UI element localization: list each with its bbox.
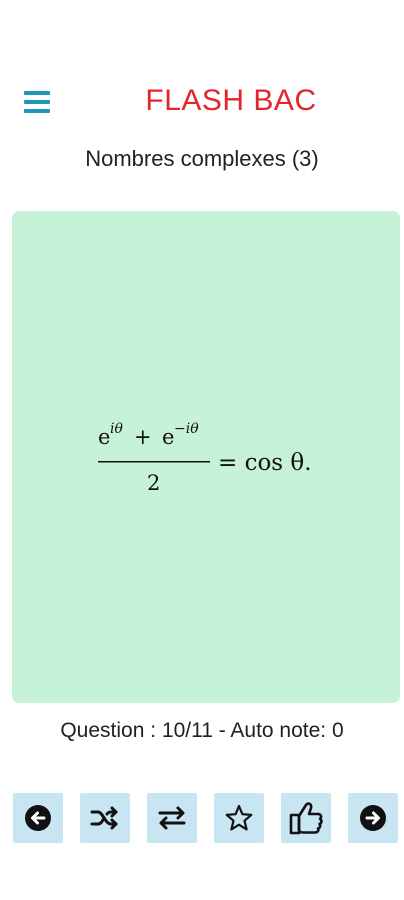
star-outline-icon (225, 804, 253, 831)
formula-den: 2 (147, 471, 160, 495)
fraction-bar (98, 461, 210, 463)
formula-num-e1: e (98, 425, 110, 449)
shuffle-button[interactable] (80, 793, 130, 843)
shuffle-icon (90, 806, 118, 830)
swap-icon (158, 806, 186, 830)
arrow-right-circle-icon (360, 805, 386, 831)
app-title: FLASH BAC (145, 84, 317, 117)
swap-button[interactable] (147, 793, 197, 843)
arrow-left-circle-icon (25, 805, 51, 831)
formula-num-sup1: iθ (110, 421, 123, 437)
thumbs-up-icon (289, 802, 323, 835)
favorite-button[interactable] (214, 793, 264, 843)
deck-title: Nombres complexes (3) (85, 146, 319, 171)
next-button[interactable] (348, 793, 398, 843)
toolbar (13, 793, 398, 843)
formula-rhs: = cos θ. (218, 450, 312, 476)
formula: e iθ + e −iθ 2 = cos θ. (0, 232, 404, 692)
formula-num-e2: e (162, 425, 174, 449)
question-status: Question : 10/11 - Auto note: 0 (60, 719, 344, 742)
formula-num-sup2: −iθ (174, 421, 199, 437)
previous-button[interactable] (13, 793, 63, 843)
formula-num-plus: + (134, 425, 152, 449)
like-button[interactable] (281, 793, 331, 843)
